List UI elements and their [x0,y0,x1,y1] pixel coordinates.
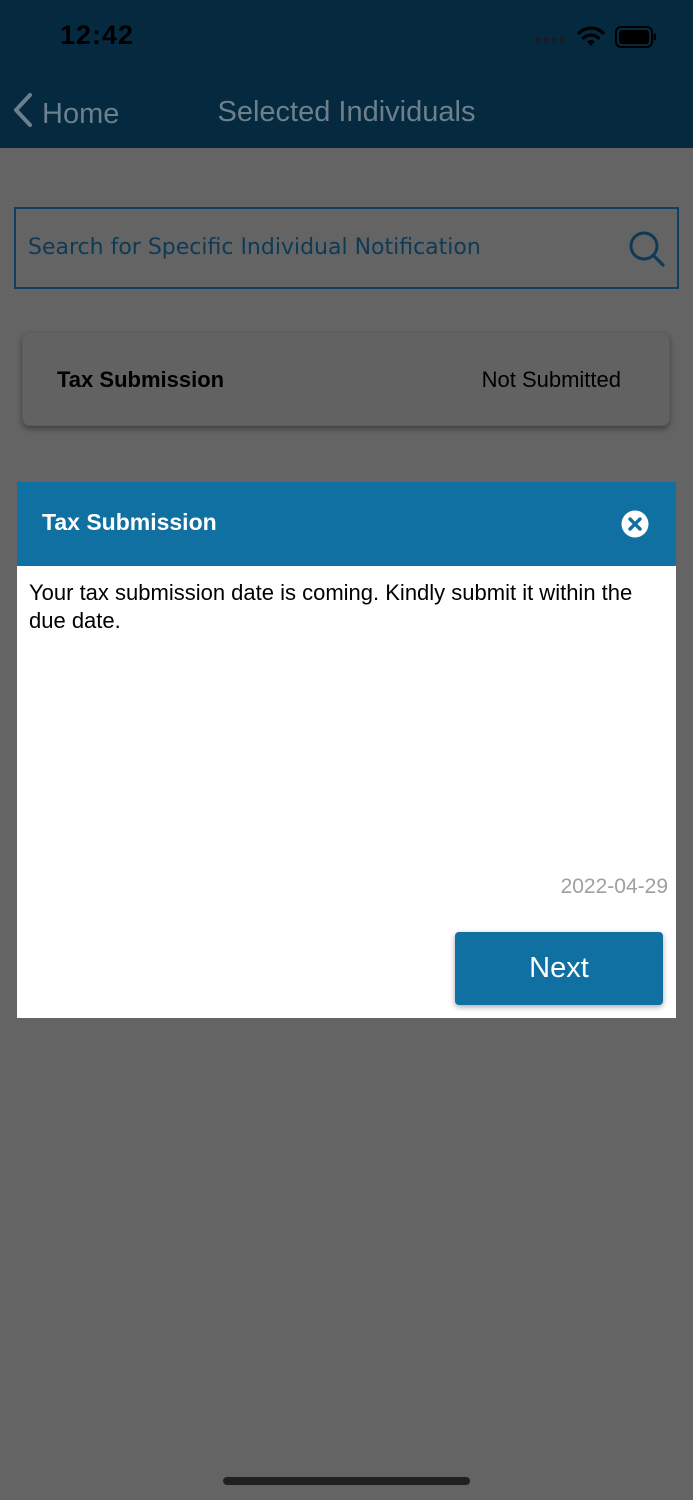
list-item-title: Tax Submission [57,367,225,392]
list-item[interactable]: Tax Submission Not Submitted [22,332,670,426]
notification-dialog: Tax Submission Your tax submission date … [17,482,676,1018]
next-button[interactable]: Next [455,932,663,1005]
status-icons [535,26,657,53]
dialog-message: Your tax submission date is coming. Kind… [29,580,633,633]
status-bar: 12:42 [0,0,693,76]
dialog-title: Tax Submission [42,509,217,535]
search-box [14,207,679,289]
wifi-icon [577,26,605,53]
dialog-date: 2022-04-29 [560,875,668,898]
home-indicator[interactable] [223,1477,470,1485]
search-input[interactable] [28,209,618,286]
navigation-bar: Home Selected Individuals [0,76,693,148]
signal-icon [535,31,567,49]
close-icon[interactable] [621,510,649,538]
search-icon[interactable] [627,229,667,274]
dialog-header: Tax Submission [17,482,676,566]
battery-icon [615,26,657,53]
page-title: Selected Individuals [217,96,476,128]
status-time: 12:42 [60,20,135,50]
list-item-status: Not Submitted [481,367,621,392]
